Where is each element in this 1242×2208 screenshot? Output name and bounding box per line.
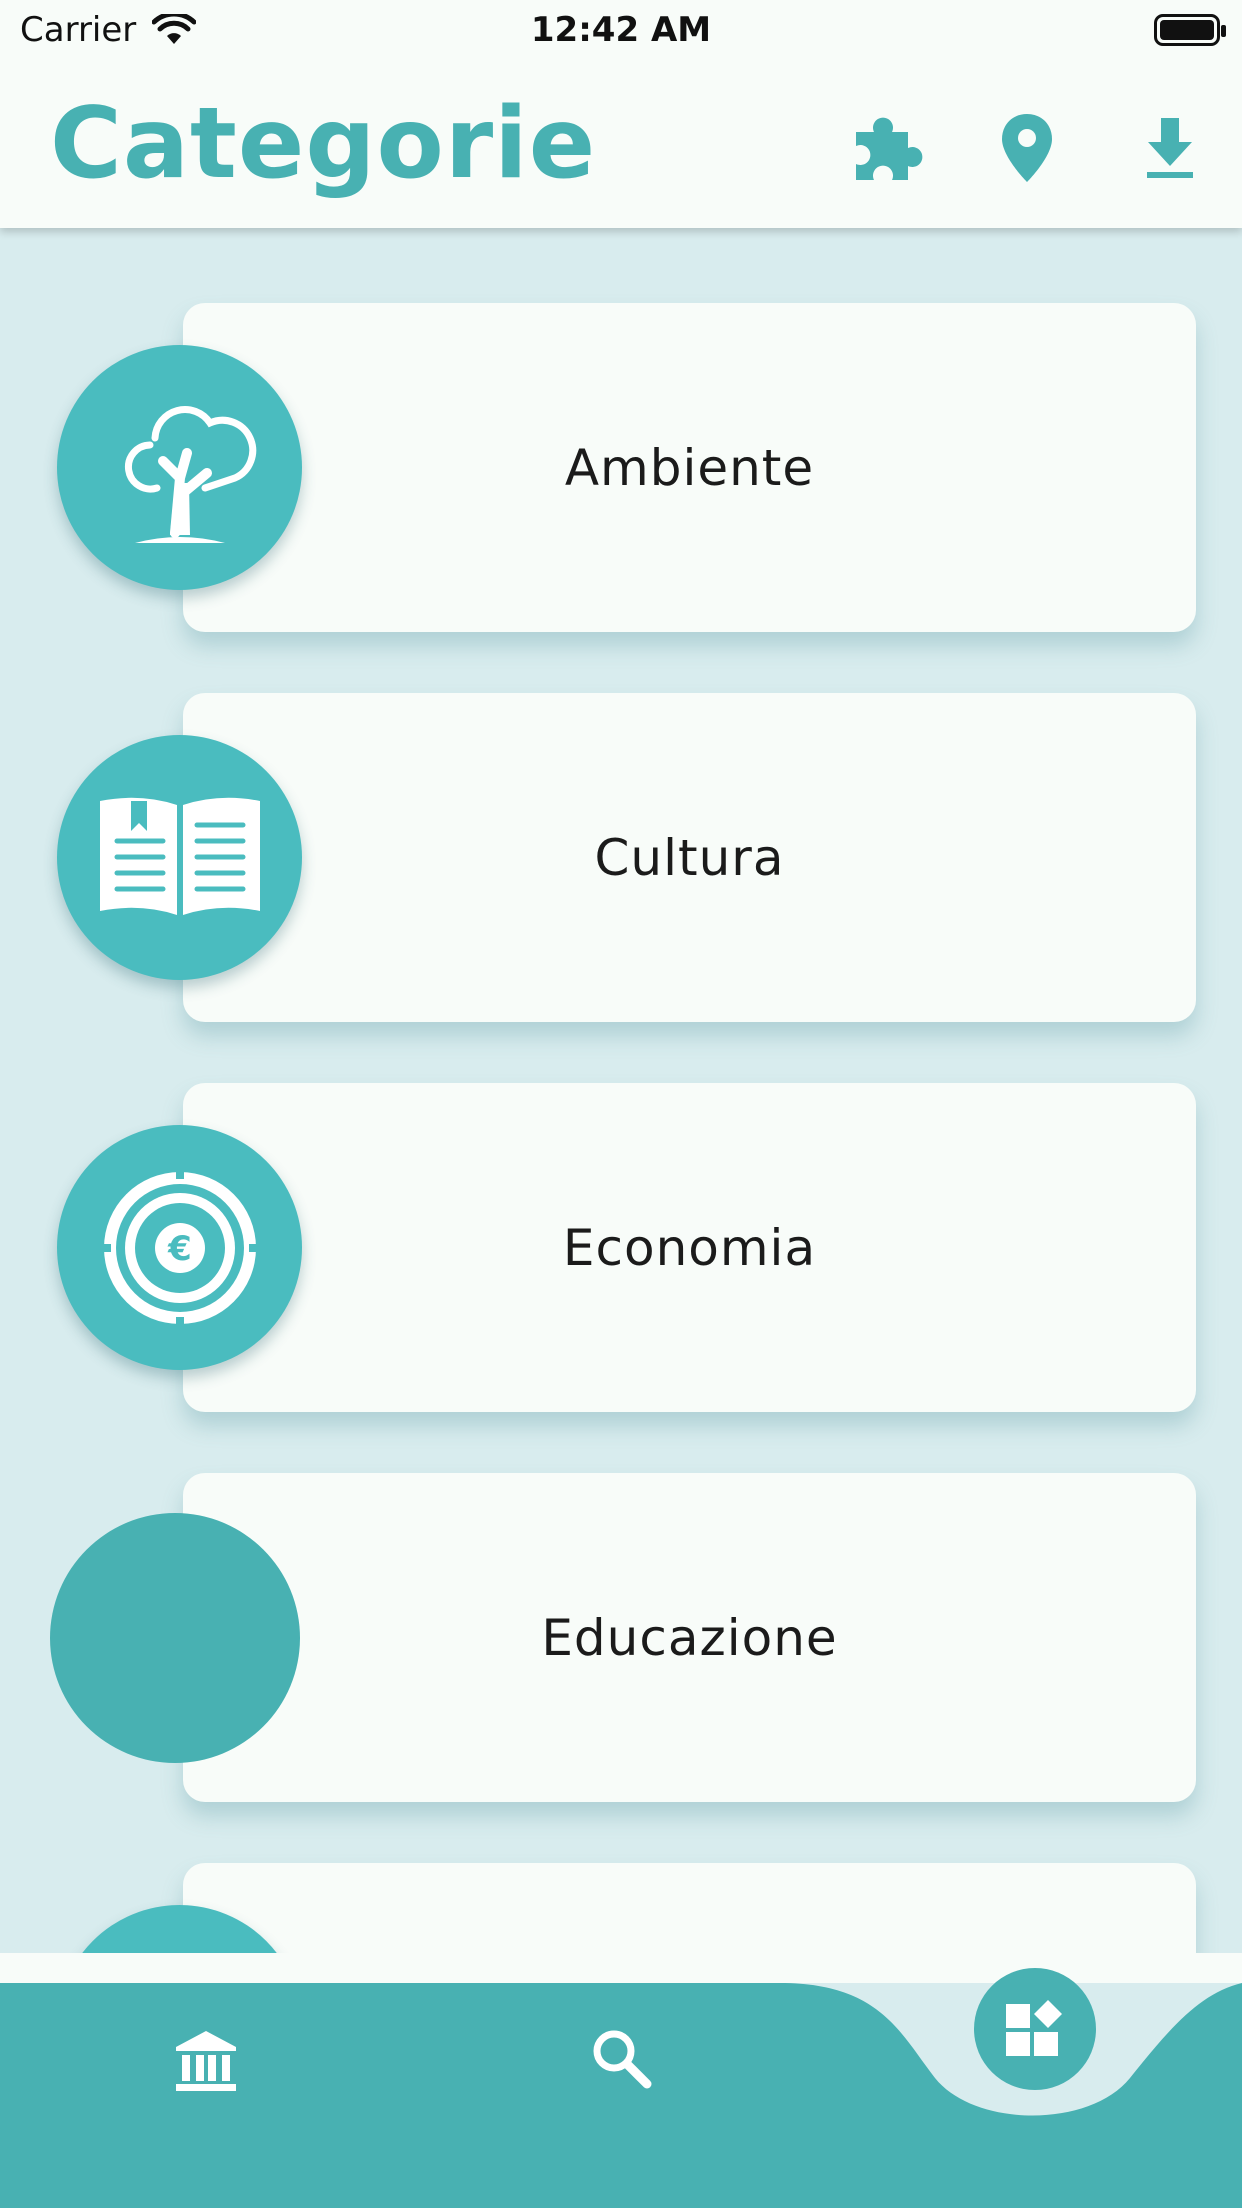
bottom-navigation bbox=[0, 1953, 1242, 2208]
categories-grid-button[interactable] bbox=[974, 1968, 1096, 2090]
download-icon[interactable] bbox=[1130, 108, 1210, 188]
category-card-educazione[interactable]: Educazione bbox=[183, 1473, 1196, 1802]
category-card-partial[interactable] bbox=[183, 1863, 1196, 1953]
category-card-cultura[interactable]: Cultura bbox=[183, 693, 1196, 1022]
category-label: Ambiente bbox=[564, 438, 815, 497]
category-label: Cultura bbox=[594, 828, 785, 887]
search-icon[interactable] bbox=[590, 2027, 652, 2089]
puzzle-icon[interactable] bbox=[846, 108, 926, 188]
euro-coin-icon: € bbox=[57, 1125, 302, 1370]
page-title: Categorie bbox=[50, 87, 597, 201]
status-bar: Carrier 12:42 AM bbox=[0, 0, 1242, 62]
category-card-economia[interactable]: Economia bbox=[183, 1083, 1196, 1412]
app-header: Carrier 12:42 AM Categorie bbox=[0, 0, 1242, 228]
category-bubble-placeholder bbox=[50, 1513, 300, 1763]
clock: 12:42 AM bbox=[530, 10, 712, 50]
museum-icon[interactable] bbox=[174, 2029, 238, 2093]
tree-icon bbox=[57, 345, 302, 590]
svg-text:€: € bbox=[167, 1229, 192, 1269]
category-label: Economia bbox=[562, 1218, 817, 1277]
categories-grid-icon bbox=[1006, 2000, 1062, 2056]
open-book-icon bbox=[57, 735, 302, 980]
battery-icon bbox=[1154, 14, 1226, 46]
category-list[interactable]: Ambiente Cultura Economia € Educazione bbox=[0, 228, 1242, 1953]
category-label: Educazione bbox=[541, 1608, 838, 1667]
category-card-ambiente[interactable]: Ambiente bbox=[183, 303, 1196, 632]
location-pin-icon[interactable] bbox=[987, 108, 1067, 188]
